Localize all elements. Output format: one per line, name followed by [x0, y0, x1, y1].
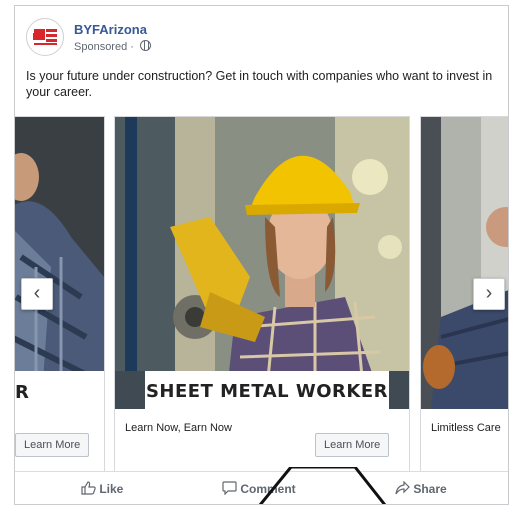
globe-icon [139, 40, 151, 51]
like-label: Like [99, 482, 124, 496]
card-1-photo: R [15, 117, 104, 409]
card-2-headline: Learn Now, Earn Now [125, 422, 232, 434]
carousel: R Learn More SHEET METAL WORKER Learn No… [15, 116, 508, 472]
sponsored-label: Sponsored · [74, 40, 151, 53]
share-icon [395, 480, 410, 495]
card-3-footer: Limitless Care [421, 409, 508, 471]
sheet-metal-worker-banner: SHEET METAL WORKER [145, 371, 389, 409]
post-actions: Like Comment Share [15, 467, 508, 504]
thumbs-up-icon [81, 481, 96, 495]
card-1-footer: Learn More [15, 409, 104, 471]
chevron-right-icon: › [485, 282, 493, 304]
card-1-learn-more-button[interactable]: Learn More [15, 433, 90, 457]
page-avatar[interactable] [26, 18, 64, 56]
carousel-card-2[interactable]: SHEET METAL WORKER Learn Now, Earn Now L… [114, 116, 410, 472]
card-3-photo [421, 117, 508, 409]
comment-icon [222, 481, 237, 496]
share-button[interactable]: Share [395, 480, 447, 496]
comment-button[interactable]: Comment [222, 481, 296, 496]
carousel-next-button[interactable]: › [473, 278, 505, 310]
carousel-prev-button[interactable]: ‹ [21, 278, 53, 310]
card-2-learn-more-button[interactable]: Learn More [315, 433, 390, 457]
post-body: Is your future under construction? Get i… [26, 69, 493, 99]
card-3-headline: Limitless Care [431, 422, 501, 434]
comment-label: Comment [240, 482, 296, 496]
card-2-photo: SHEET METAL WORKER [115, 117, 409, 409]
share-label: Share [413, 482, 447, 496]
sponsored-text: Sponsored · [74, 41, 137, 53]
post-header: BYFArizona Sponsored · [15, 6, 508, 64]
like-button[interactable]: Like [81, 481, 123, 496]
ad-post: BYFArizona Sponsored · Is your future un… [14, 5, 509, 505]
chevron-left-icon: ‹ [33, 282, 41, 304]
byf-logo [33, 29, 57, 45]
page-name[interactable]: BYFArizona [74, 22, 147, 37]
card-1-banner: R [15, 382, 29, 403]
card-2-footer: Learn Now, Earn Now Learn More [115, 409, 409, 471]
